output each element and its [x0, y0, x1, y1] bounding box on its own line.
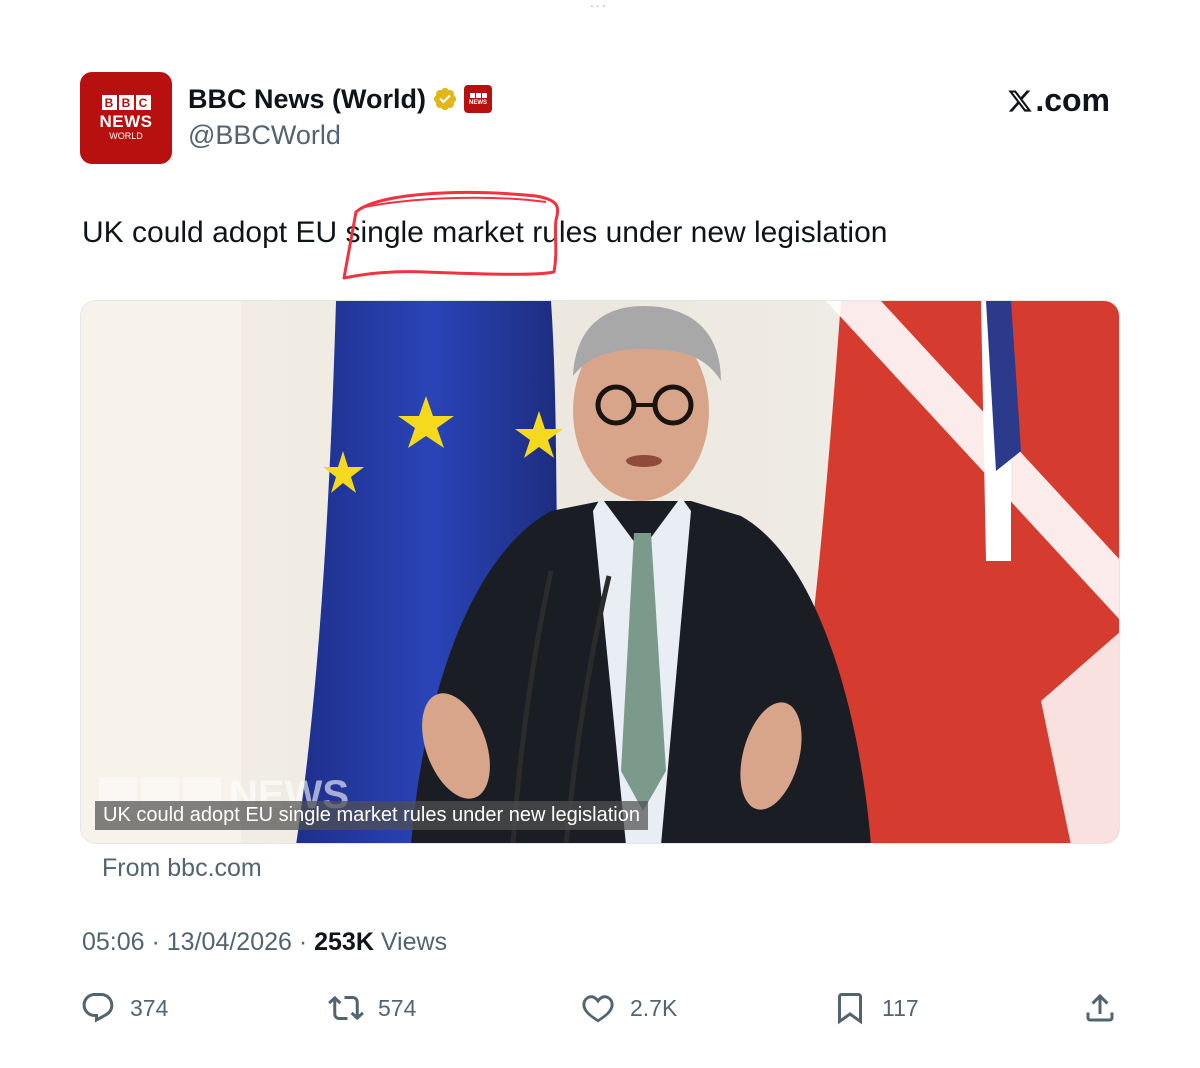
bbc-logo-blocks: B B C [101, 95, 151, 110]
top-fragment: ... [590, 0, 608, 10]
tweet-meta: 05:06 · 13/04/2026 · 253K Views [82, 928, 448, 956]
x-logo-icon [1008, 89, 1033, 112]
bookmark-button[interactable]: 117 [832, 990, 919, 1026]
reply-count: 374 [130, 994, 169, 1021]
views-label: Views [373, 928, 448, 956]
site-label: .com [1035, 82, 1110, 118]
verified-badge-icon[interactable] [432, 86, 458, 112]
avatar[interactable]: B B C NEWS WORLD [80, 72, 172, 164]
author-handle[interactable]: @BBCWorld [188, 120, 492, 151]
avatar-world-text: WORLD [109, 131, 143, 141]
display-name[interactable]: BBC News (World) [188, 84, 426, 115]
like-count: 2.7K [630, 994, 678, 1021]
card-caption: UK could adopt EU single market rules un… [95, 801, 648, 830]
tweet-time[interactable]: 05:06 [82, 928, 145, 956]
share-button[interactable] [1082, 990, 1118, 1026]
highlighted-phrase: single market [345, 216, 524, 249]
heart-icon [582, 995, 614, 1023]
bookmark-count: 117 [882, 994, 919, 1021]
repost-icon [328, 995, 364, 1021]
author-block: BBC News (World) NEWS @BBCWorld [188, 82, 493, 151]
share-icon [1086, 993, 1114, 1022]
link-card[interactable]: NEWS UK could adopt EU single market rul… [80, 300, 1120, 844]
tweet-date[interactable]: 13/04/2026 [167, 928, 292, 956]
tweet-header: B B C NEWS WORLD BBC News (World) NEWS @… [80, 72, 1110, 164]
like-button[interactable]: 2.7K [580, 990, 677, 1026]
repost-count: 574 [378, 994, 417, 1021]
article-image [81, 301, 1119, 843]
views-count: 253K [314, 928, 374, 956]
reply-button[interactable]: 374 [80, 990, 168, 1026]
card-source-link[interactable]: From bbc.com [102, 854, 262, 883]
affiliate-badge[interactable]: NEWS [464, 85, 493, 113]
bookmark-icon [838, 993, 862, 1025]
tweet-text: UK could adopt EU single market rules un… [82, 216, 888, 249]
reply-icon [82, 993, 114, 1023]
repost-button[interactable]: 574 [328, 990, 416, 1026]
x-com-logo: .com [1007, 82, 1110, 119]
action-bar: 374 574 2.7K 117 [80, 990, 1120, 1034]
avatar-news-text: NEWS [99, 112, 153, 131]
